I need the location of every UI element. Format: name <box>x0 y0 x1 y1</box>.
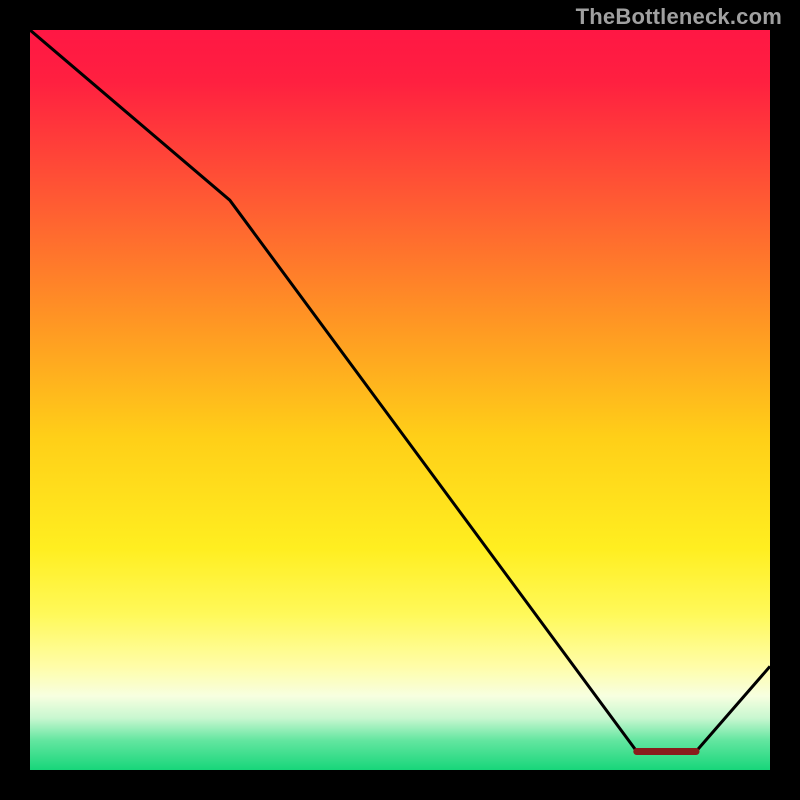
chart-frame: TheBottleneck.com <box>0 0 800 800</box>
watermark-text: TheBottleneck.com <box>576 4 782 30</box>
chart-plot-area <box>30 30 770 770</box>
bottleneck-chart <box>30 30 770 770</box>
